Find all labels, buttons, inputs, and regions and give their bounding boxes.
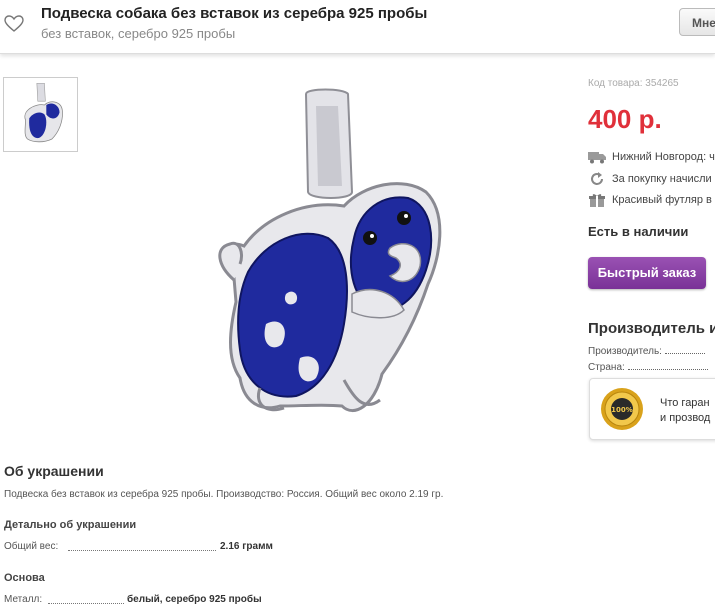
- refresh-icon: [591, 172, 603, 185]
- product-subtitle: без вставок, серебро 925 пробы: [41, 26, 236, 41]
- dotted-leader: [48, 594, 124, 604]
- pendant-thumbnail-image: [24, 82, 63, 143]
- product-header-bar: Подвеска собака без вставок из серебра 9…: [0, 0, 715, 54]
- producer-row: Производитель:: [588, 346, 715, 357]
- delivery-text: Нижний Новгород: ч: [612, 150, 715, 163]
- truck-icon: [588, 152, 606, 164]
- product-title: Подвеска собака без вставок из серебра 9…: [41, 5, 428, 22]
- svg-text:100%: 100%: [611, 406, 633, 414]
- bonus-info: За покупку начисли: [588, 172, 715, 186]
- pendant-main-image: [204, 88, 454, 428]
- details-heading: Детально об украшении: [4, 519, 137, 531]
- gift-text: Красивый футляр в: [612, 193, 712, 206]
- header-button[interactable]: Мне: [679, 8, 715, 36]
- quick-order-button[interactable]: Быстрый заказ: [588, 257, 706, 289]
- guarantee-box[interactable]: 100% Что гаран и прозвод: [589, 378, 715, 440]
- gift-icon: [589, 194, 605, 207]
- metal-label: Металл:: [4, 594, 43, 605]
- gift-info: Красивый футляр в: [588, 193, 715, 207]
- manufacturer-heading: Производитель и: [588, 320, 715, 337]
- metal-row: Металл: белый, серебро 925 пробы: [4, 594, 304, 606]
- weight-label: Общий вес:: [4, 541, 59, 552]
- weight-row: Общий вес: 2.16 грамм: [4, 541, 304, 553]
- weight-value: 2.16 грамм: [220, 541, 273, 552]
- about-heading: Об украшении: [4, 463, 104, 479]
- dotted-leader: [664, 353, 705, 354]
- stock-status: Есть в наличии: [588, 224, 689, 239]
- producer-label: Производитель:: [588, 346, 662, 357]
- dotted-leader: [627, 369, 708, 370]
- product-price: 400 р.: [588, 104, 662, 134]
- metal-value: белый, серебро 925 пробы: [127, 594, 262, 605]
- about-description: Подвеска без вставок из серебра 925 проб…: [4, 489, 444, 500]
- bonus-text: За покупку начисли: [612, 172, 712, 185]
- heart-icon[interactable]: [4, 14, 24, 34]
- base-heading: Основа: [4, 572, 45, 584]
- product-sku: Код товара: 354265: [588, 78, 679, 89]
- guarantee-seal-icon: 100%: [601, 388, 643, 430]
- guarantee-text: Что гаран и прозвод: [660, 397, 711, 424]
- product-thumbnail[interactable]: [3, 77, 78, 152]
- dotted-leader: [68, 541, 216, 551]
- country-row: Страна:: [588, 362, 715, 373]
- country-label: Страна:: [588, 362, 625, 373]
- delivery-info: Нижний Новгород: ч: [588, 150, 715, 164]
